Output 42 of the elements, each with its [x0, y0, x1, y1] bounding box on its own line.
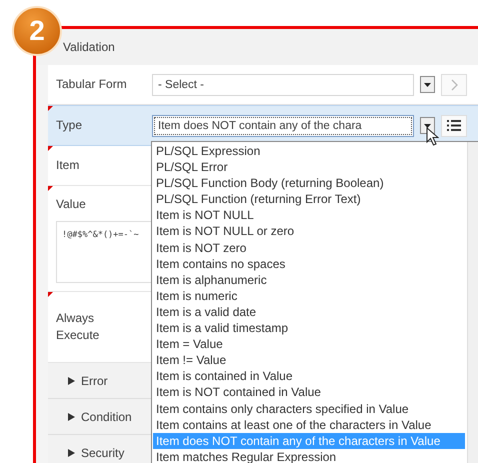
expand-icon: [68, 448, 75, 456]
dropdown-option[interactable]: Item is a valid timestamp: [153, 320, 465, 336]
expand-icon: [68, 412, 75, 420]
field-label: Type: [55, 117, 84, 134]
dropdown-button[interactable]: [420, 117, 435, 134]
dropdown-option[interactable]: Item is NOT NULL: [153, 207, 465, 224]
dropdown-option[interactable]: Item != Value: [153, 352, 465, 368]
section-label: Condition: [81, 410, 132, 424]
select-field[interactable]: - Select -: [152, 74, 414, 96]
dropdown-button[interactable]: [420, 76, 435, 93]
section-label: Security: [81, 446, 124, 460]
field-label: Value: [55, 196, 87, 213]
dropdown-option[interactable]: Item matches Regular Expression: [153, 448, 465, 463]
dropdown-option[interactable]: PL/SQL Function (returning Error Text): [153, 191, 465, 208]
dropdown-option[interactable]: PL/SQL Function Body (returning Boolean): [153, 175, 465, 192]
dropdown-option[interactable]: Item contains no spaces: [153, 256, 465, 272]
list-button[interactable]: [441, 114, 467, 136]
select-field[interactable]: Item does NOT contain any of the chara: [152, 114, 414, 136]
dropdown-option[interactable]: Item = Value: [153, 336, 465, 352]
section-label: Error: [81, 374, 108, 388]
dropdown-option[interactable]: Item is numeric: [153, 288, 465, 304]
dropdown-option[interactable]: Item is NOT contained in Value: [153, 384, 465, 400]
dropdown-option[interactable]: Item contains only characters specified in Value: [153, 400, 465, 417]
dropdown-option[interactable]: PL/SQL Expression: [153, 143, 465, 160]
dropdown-option[interactable]: Item is contained in Value: [153, 368, 465, 384]
dropdown-option[interactable]: PL/SQL Error: [153, 159, 465, 176]
dropdown-option[interactable]: Item is a valid date: [153, 304, 465, 320]
dropdown-option[interactable]: Item contains at least one of the characters in Value: [153, 416, 465, 433]
list-icon: [447, 120, 461, 131]
field-label: Always Execute: [55, 310, 100, 344]
dropdown-list[interactable]: [151, 141, 478, 463]
dropdown-option[interactable]: Item is alphanumeric: [153, 272, 465, 288]
field-label: Item: [55, 157, 80, 174]
caret-icon: [424, 82, 431, 86]
caret-icon: [424, 124, 431, 128]
expand-icon: [68, 376, 75, 384]
dropdown-option[interactable]: Item is NOT NULL or zero: [153, 223, 465, 240]
scrollbar[interactable]: [467, 142, 478, 463]
cursor-icon: [426, 127, 439, 146]
dropdown-option[interactable]: Item is NOT zero: [153, 240, 465, 256]
chevron-icon: [450, 78, 458, 90]
field-label: Tabular Form: [55, 76, 128, 93]
